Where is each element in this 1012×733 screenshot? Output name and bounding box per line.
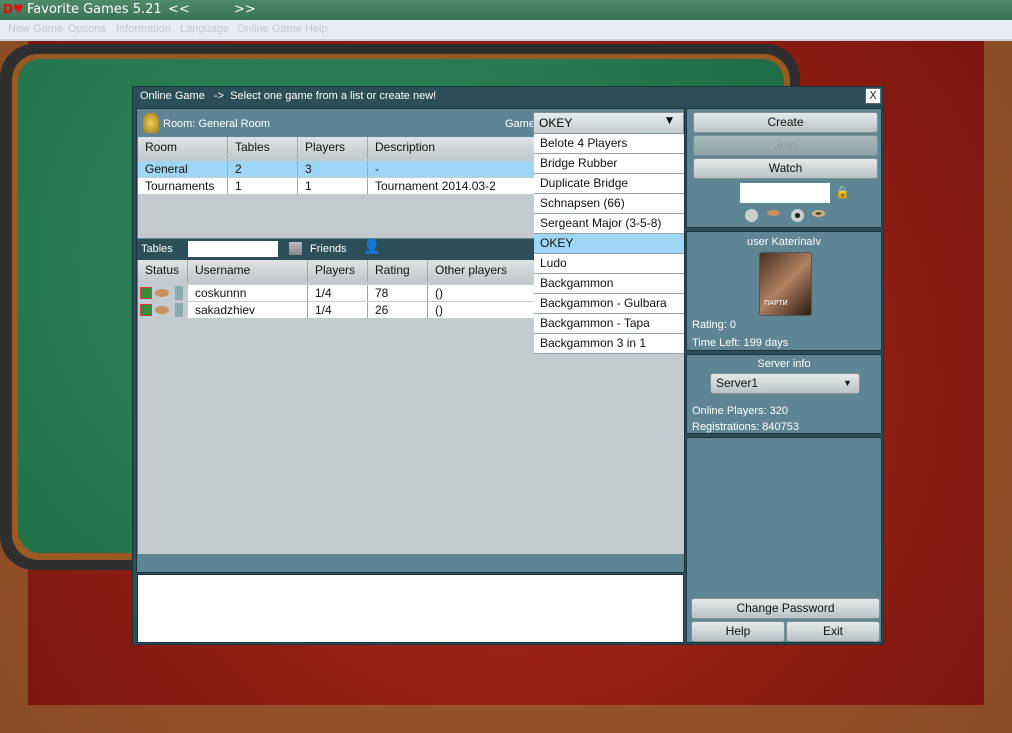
game-option[interactable]: Duplicate Bridge xyxy=(534,174,684,194)
registrations: Registrations: 840753 xyxy=(692,421,800,433)
bottom-panel: Change Password Help Exit xyxy=(686,437,882,643)
trophy-icon xyxy=(143,113,159,133)
eye-closed-icon xyxy=(767,210,780,216)
play-icon[interactable] xyxy=(140,304,152,316)
radio-closed[interactable] xyxy=(745,209,758,222)
tables-filter-input[interactable] xyxy=(188,241,278,257)
col-username[interactable]: Username xyxy=(188,260,308,282)
time-left: Time Left: 199 days xyxy=(692,337,789,349)
change-password-button[interactable]: Change Password xyxy=(691,598,880,619)
game-label: Game xyxy=(505,118,535,130)
cell-username: sakadzhiev xyxy=(188,302,308,318)
room-label: Room: General Room xyxy=(163,118,270,130)
eye-icon[interactable] xyxy=(155,306,169,314)
cell-players: 3 xyxy=(298,161,368,177)
server-select[interactable]: Server1 ▼ xyxy=(710,373,860,394)
tables-label: Tables xyxy=(141,243,173,255)
friends-checkbox[interactable] xyxy=(289,242,302,255)
game-option[interactable]: Backgammon - Tapa xyxy=(534,314,684,334)
game-option[interactable]: Bridge Rubber xyxy=(534,154,684,174)
chevron-down-icon[interactable]: ▼ xyxy=(666,116,673,126)
menu-new-game[interactable]: New Game xyxy=(8,23,63,35)
game-option[interactable]: Backgammon - Gulbara xyxy=(534,294,684,314)
app-title: Favorite Games 5.21 xyxy=(27,2,162,17)
app-logo: D♥ xyxy=(3,2,24,16)
chair-icon xyxy=(175,286,183,300)
game-option[interactable]: Ludo xyxy=(534,254,684,274)
chat-area[interactable] xyxy=(137,574,684,643)
col-status[interactable]: Status xyxy=(138,260,188,282)
watch-button[interactable]: Watch xyxy=(693,158,878,179)
cell-players: 1/4 xyxy=(308,285,368,301)
lock-icon: 🔒 xyxy=(835,185,850,199)
chevron-down-icon[interactable]: ▼ xyxy=(843,374,852,392)
cell-tables: 1 xyxy=(228,178,298,194)
menu-options[interactable]: Options xyxy=(68,23,106,35)
user-panel: user KaterinaIv ПАРТИ Rating: 0 Time Lef… xyxy=(686,231,882,351)
game-option-selected[interactable]: OKEY xyxy=(534,234,684,254)
user-name: user KaterinaIv xyxy=(747,236,821,248)
dialog-title: Online Game -> Select one game from a li… xyxy=(140,90,437,102)
col-players[interactable]: Players xyxy=(298,137,368,159)
game-option[interactable]: Sergeant Major (3-5-8) xyxy=(534,214,684,234)
cell-room: Tournaments xyxy=(138,178,228,194)
title-bar: D♥ Favorite Games 5.21 << >> xyxy=(0,0,1012,20)
next-button[interactable]: >> xyxy=(234,2,256,17)
menu-bar: New Game Options Information Language On… xyxy=(0,20,1012,41)
cell-players: 1 xyxy=(298,178,368,194)
cell-username: coskunnn xyxy=(188,285,308,301)
col-tables[interactable]: Tables xyxy=(228,137,298,159)
menu-help[interactable]: Help xyxy=(305,23,328,35)
user-rating: Rating: 0 xyxy=(692,319,737,331)
cell-rating: 78 xyxy=(368,285,428,301)
actions-panel: Create Join Watch 🔒 xyxy=(686,108,882,228)
avatar: ПАРТИ xyxy=(759,252,812,316)
eye-icon[interactable] xyxy=(155,289,169,297)
game-option[interactable]: Backgammon xyxy=(534,274,684,294)
server-title: Server info xyxy=(757,358,811,370)
server-select-value: Server1 xyxy=(716,376,759,390)
prev-button[interactable]: << xyxy=(168,2,190,17)
game-select[interactable]: OKEY ▼ xyxy=(533,112,684,134)
col-players[interactable]: Players xyxy=(308,260,368,282)
close-button[interactable]: X xyxy=(865,88,881,104)
menu-online-game[interactable]: Online Game xyxy=(237,23,302,35)
game-option[interactable]: Schnapsen (66) xyxy=(534,194,684,214)
add-friend-icon[interactable]: 👤 xyxy=(363,239,380,255)
join-button[interactable]: Join xyxy=(693,135,878,156)
exit-button[interactable]: Exit xyxy=(786,621,880,642)
friends-label: Friends xyxy=(310,243,347,255)
chair-icon xyxy=(175,303,183,317)
cell-tables: 2 xyxy=(228,161,298,177)
play-icon[interactable] xyxy=(140,287,152,299)
eye-icon xyxy=(812,210,825,217)
game-option[interactable]: Backgammon 3 in 1 xyxy=(534,334,684,354)
game-select-value: OKEY xyxy=(539,116,573,130)
help-button[interactable]: Help xyxy=(691,621,785,642)
password-input[interactable] xyxy=(740,183,830,203)
game-option[interactable]: Belote 4 Players xyxy=(534,134,684,154)
col-rating[interactable]: Rating xyxy=(368,260,428,282)
col-room[interactable]: Room xyxy=(138,137,228,159)
online-players: Online Players: 320 xyxy=(692,405,788,417)
cell-rating: 26 xyxy=(368,302,428,318)
cell-players: 1/4 xyxy=(308,302,368,318)
radio-open[interactable] xyxy=(791,209,804,222)
menu-information[interactable]: Information xyxy=(116,23,171,35)
menu-language[interactable]: Language xyxy=(180,23,229,35)
online-game-dialog: Online Game -> Select one game from a li… xyxy=(132,86,884,645)
avatar-caption: ПАРТИ xyxy=(764,299,788,307)
server-panel: Server info Server1 ▼ Online Players: 32… xyxy=(686,354,882,434)
create-button[interactable]: Create xyxy=(693,112,878,133)
game-dropdown-list: Belote 4 Players Bridge Rubber Duplicate… xyxy=(534,134,684,354)
cell-room: General Room xyxy=(138,161,228,190)
